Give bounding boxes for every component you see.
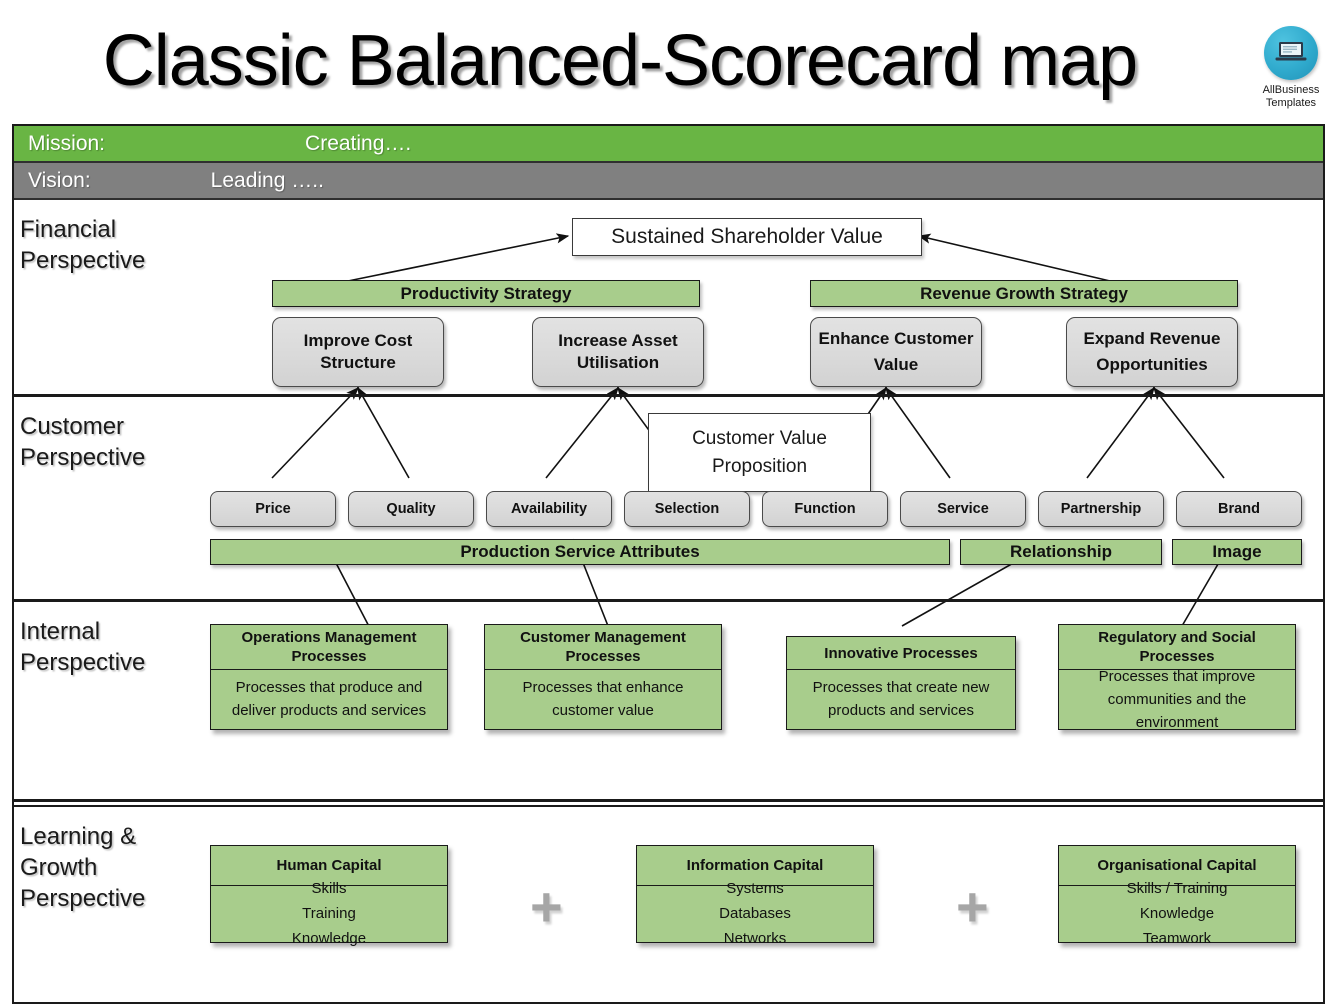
customer-perspective-row: Customer Perspective Customer Value Prop… <box>14 397 1323 602</box>
process-description-customer-management: Processes that enhance customer value <box>485 670 721 728</box>
strategy-productivity[interactable]: Productivity Strategy <box>272 280 700 307</box>
page-title: Classic Balanced-Scorecard map <box>102 21 1138 101</box>
process-title-customer-management: Customer Management Processes <box>485 625 721 670</box>
attribute-service[interactable]: Service <box>900 491 1026 527</box>
internal-perspective-label: Internal Perspective <box>20 618 146 676</box>
process-card-innovative[interactable]: Innovative Processes Processes that crea… <box>786 636 1016 730</box>
process-description-innovative: Processes that create new products and s… <box>787 670 1015 728</box>
separator-plus-2: + <box>956 875 989 938</box>
allbusiness-templates-logo: AllBusiness Templates <box>1245 26 1337 109</box>
capital-items-organisational: Skills / Training Knowledge Teamwork <box>1059 880 1295 947</box>
attribute-price[interactable]: Price <box>210 491 336 527</box>
mission-banner: Mission: Creating…. <box>14 126 1323 163</box>
process-title-innovative: Innovative Processes <box>787 637 1015 670</box>
strategy-revenue-growth[interactable]: Revenue Growth Strategy <box>810 280 1238 307</box>
group-image[interactable]: Image <box>1172 539 1302 565</box>
attribute-quality[interactable]: Quality <box>348 491 474 527</box>
group-relationship[interactable]: Relationship <box>960 539 1162 565</box>
logo-circle <box>1264 26 1318 80</box>
process-card-operations-management[interactable]: Operations Management Processes Processe… <box>210 624 448 730</box>
financial-perspective-row: Financial Perspective Sustained Sharehol… <box>14 200 1323 397</box>
laptop-icon <box>1275 42 1307 61</box>
group-production-service-attributes[interactable]: Production Service Attributes <box>210 539 950 565</box>
financial-perspective-label: Financial Perspective <box>20 216 146 274</box>
objective-improve-cost-structure[interactable]: Improve Cost Structure <box>272 317 444 387</box>
mission-label: Mission: <box>28 131 106 155</box>
attribute-brand[interactable]: Brand <box>1176 491 1302 527</box>
capital-card-information[interactable]: Information Capital Systems Databases Ne… <box>636 845 874 947</box>
logo-text-line1: AllBusiness <box>1262 84 1320 96</box>
capital-card-organisational[interactable]: Organisational Capital Skills / Training… <box>1058 845 1296 947</box>
learning-growth-perspective-row: Learning & Growth Perspective Human Capi… <box>14 805 1323 1002</box>
logo-text: AllBusiness Templates <box>1245 84 1337 109</box>
objective-enhance-customer-value[interactable]: Enhance Customer Value <box>810 317 982 387</box>
objective-increase-asset-utilisation[interactable]: Increase Asset Utilisation <box>532 317 704 387</box>
customer-perspective-label: Customer Perspective <box>20 413 146 471</box>
capital-items-human: Skills Training Knowledge <box>211 880 447 947</box>
objective-sustained-shareholder-value[interactable]: Sustained Shareholder Value <box>572 218 922 256</box>
logo-text-line2: Templates <box>1265 96 1317 109</box>
capital-card-human[interactable]: Human Capital Skills Training Knowledge <box>210 845 448 947</box>
attribute-partnership[interactable]: Partnership <box>1038 491 1164 527</box>
learning-growth-perspective-label: Learning & Growth Perspective <box>20 823 146 912</box>
process-title-operations-management: Operations Management Processes <box>211 625 447 670</box>
process-card-regulatory-social[interactable]: Regulatory and Social Processes Processe… <box>1058 624 1296 731</box>
vision-value: Leading ….. <box>210 168 324 192</box>
vision-label: Vision: <box>28 168 91 192</box>
process-card-customer-management[interactable]: Customer Management Processes Processes … <box>484 624 722 730</box>
internal-perspective-row: Internal Perspective Operations Manageme… <box>14 602 1323 802</box>
objective-expand-revenue-opportunities[interactable]: Expand Revenue Opportunities <box>1066 317 1238 387</box>
attribute-function[interactable]: Function <box>762 491 888 527</box>
process-description-regulatory-social: Processes that improve communities and t… <box>1059 668 1295 731</box>
scorecard-frame: Mission: Creating…. Vision: Leading ….. <box>12 124 1325 1004</box>
process-description-operations-management: Processes that produce and deliver produ… <box>211 670 447 728</box>
capital-items-information: Systems Databases Networks <box>637 880 873 947</box>
customer-value-proposition-box: Customer Value Proposition <box>648 413 871 492</box>
mission-value: Creating…. <box>305 131 412 155</box>
vision-banner: Vision: Leading ….. <box>14 163 1323 200</box>
attribute-selection[interactable]: Selection <box>624 491 750 527</box>
process-title-regulatory-social: Regulatory and Social Processes <box>1059 625 1295 670</box>
separator-plus-1: + <box>530 875 563 938</box>
attribute-availability[interactable]: Availability <box>486 491 612 527</box>
